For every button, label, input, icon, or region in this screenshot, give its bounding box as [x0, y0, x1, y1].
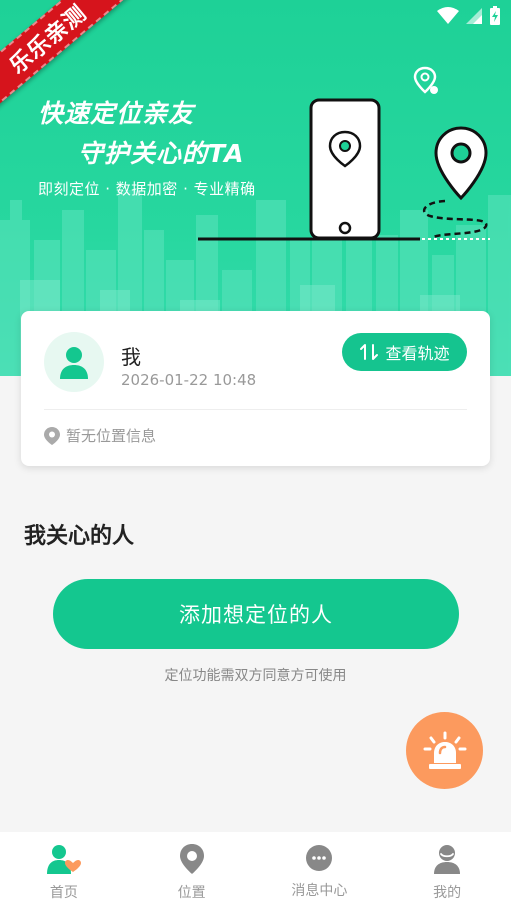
user-name: 我: [121, 345, 141, 369]
last-update-time: 2026-01-22 10:48: [121, 371, 257, 389]
tab-messages-label: 消息中心: [291, 883, 348, 899]
add-person-button[interactable]: 添加想定位的人: [53, 579, 459, 649]
tab-mine-label: 我的: [433, 885, 462, 901]
card-divider: [44, 409, 467, 410]
small-pin-icon: [413, 66, 438, 94]
track-swap-icon: [360, 344, 379, 360]
user-avatar-icon: [60, 347, 88, 379]
location-row: 暂无位置信息: [44, 425, 156, 446]
view-track-label: 查看轨迹: [385, 344, 450, 363]
status-icons: [437, 6, 501, 26]
home-person-icon: [46, 845, 81, 874]
tab-location-label: 位置: [177, 885, 206, 901]
location-pin-icon: [44, 426, 60, 445]
wifi-icon: [437, 7, 459, 24]
tab-home-label: 首页: [49, 885, 78, 901]
alarm-siren-icon: [423, 731, 466, 769]
user-icon: [434, 845, 461, 874]
section-title-care: 我关心的人: [24, 524, 135, 549]
hero-title-line1: 快速定位亲友: [38, 99, 195, 128]
consent-hint: 定位功能需双方同意方可使用: [164, 668, 347, 684]
phone-location-illustration: [198, 66, 490, 241]
avatar: [44, 332, 104, 392]
bottom-tab-bar: 首页 位置 消息中心 我的: [0, 832, 511, 910]
tab-messages[interactable]: 消息中心: [256, 832, 384, 910]
view-track-button[interactable]: 查看轨迹: [342, 333, 467, 371]
my-profile-card: 我 2026-01-22 10:48 查看轨迹 暂无位置信息: [21, 311, 490, 466]
location-pin-icon: [179, 844, 204, 874]
battery-charging-icon: [490, 6, 500, 25]
location-text: 暂无位置信息: [66, 427, 157, 445]
tab-home[interactable]: 首页: [0, 832, 128, 910]
signal-icon: [466, 8, 482, 24]
tab-mine[interactable]: 我的: [383, 832, 511, 910]
alarm-sos-button[interactable]: [406, 712, 483, 789]
tab-location[interactable]: 位置: [128, 832, 256, 910]
chat-bubble-icon: [306, 845, 333, 871]
